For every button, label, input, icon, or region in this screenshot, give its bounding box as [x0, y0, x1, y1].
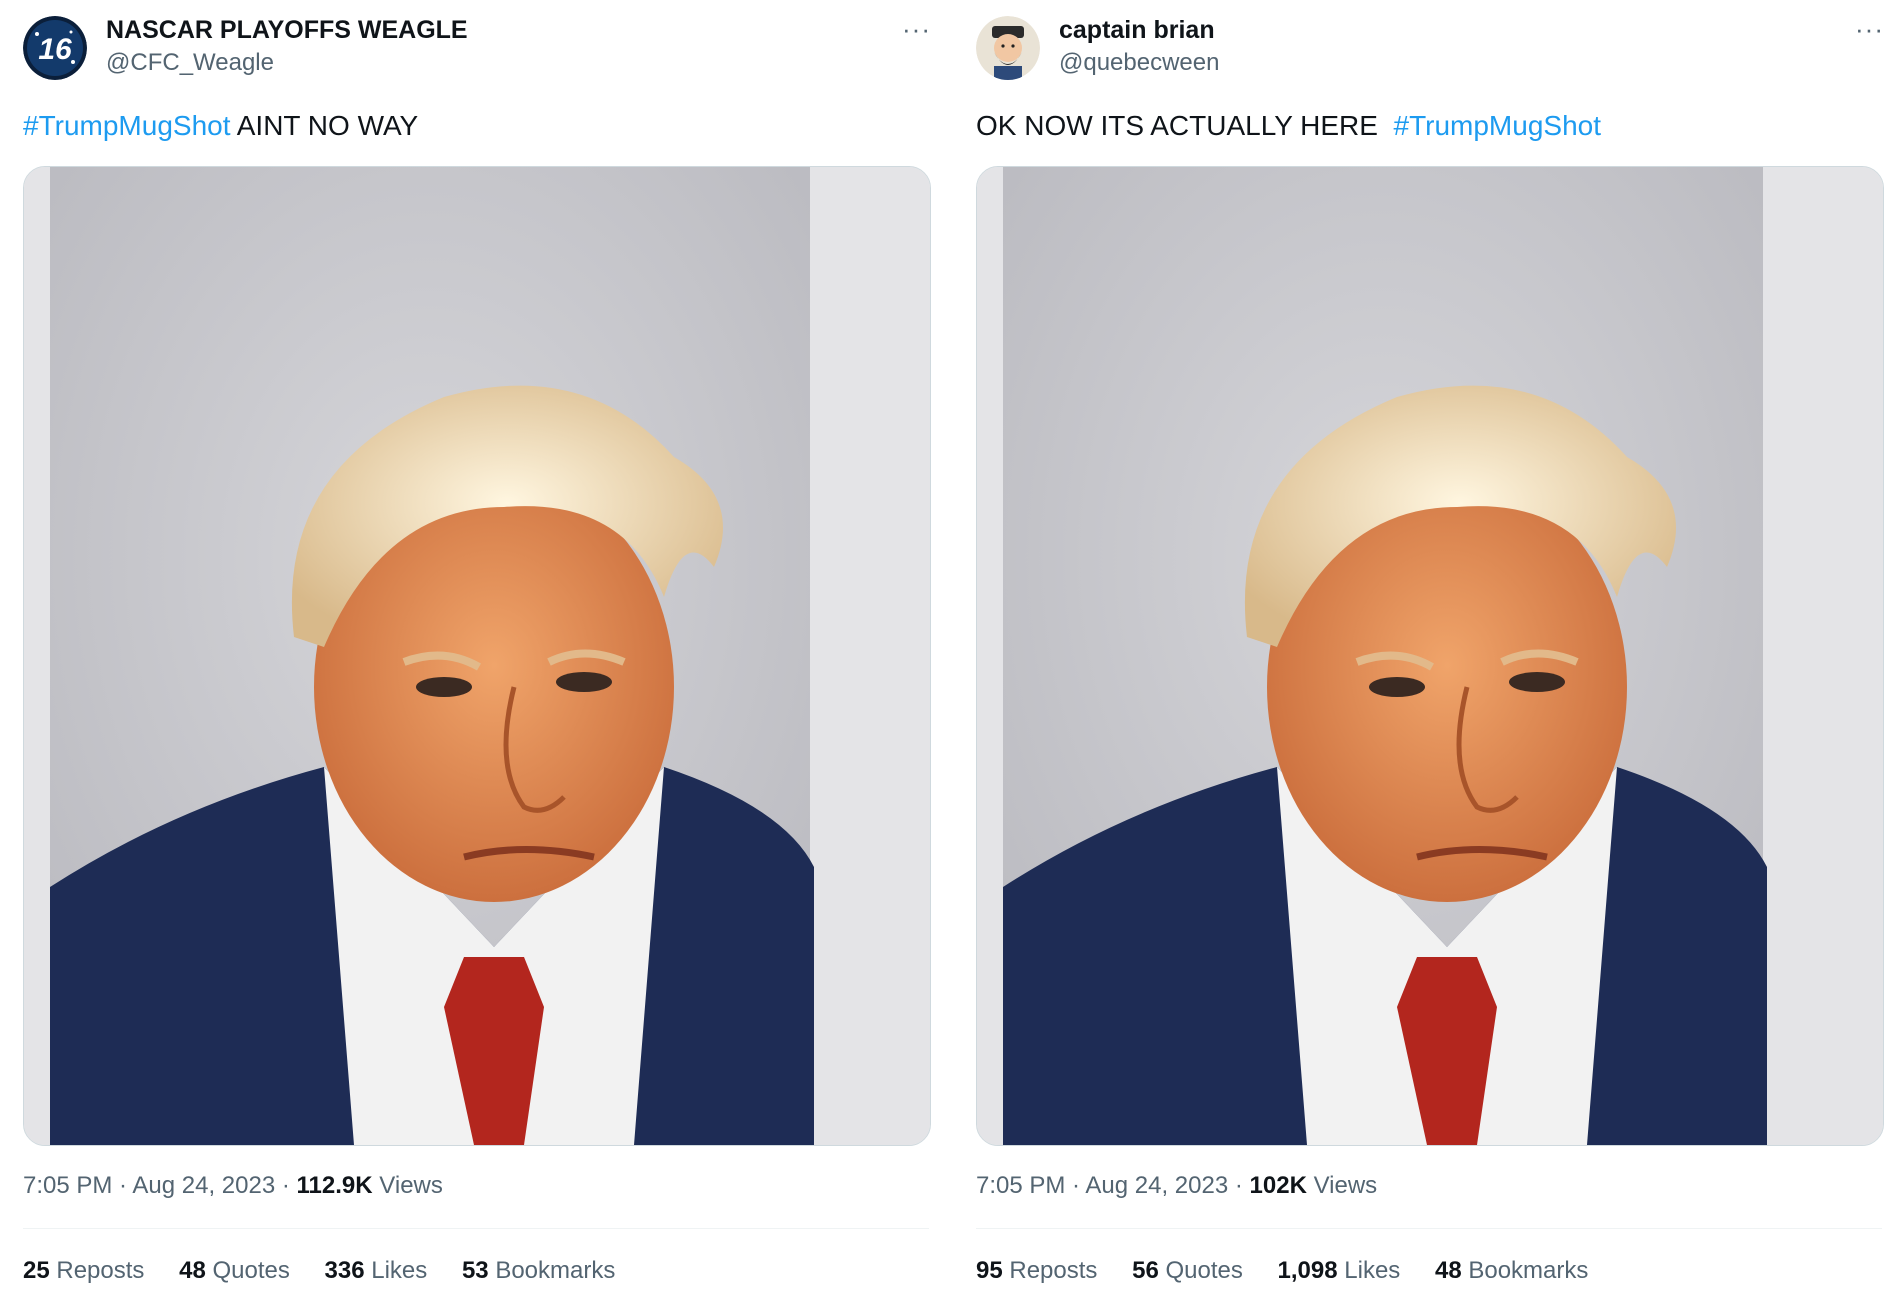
tweet-card: captain brian @quebecween ··· OK NOW ITS…: [976, 0, 1884, 1305]
likes-stat[interactable]: 1,098 Likes: [1278, 1257, 1401, 1284]
views-count: 112.9K: [296, 1172, 373, 1199]
likes-stat[interactable]: 336 Likes: [325, 1257, 428, 1284]
nascar-16-icon: 16: [23, 16, 87, 80]
tweet-body: OK NOW ITS ACTUALLY HERE: [976, 110, 1394, 141]
more-options-icon[interactable]: ···: [1855, 14, 1884, 45]
tweet-time[interactable]: 7:05 PM: [976, 1172, 1065, 1199]
tweet-meta: 7:05 PM · Aug 24, 2023 · 112.9K Views: [23, 1172, 443, 1199]
bookmarks-stat[interactable]: 53 Bookmarks: [462, 1257, 615, 1284]
hashtag-link[interactable]: #TrumpMugShot: [1394, 110, 1602, 141]
tweet-text: #TrumpMugShot AINT NO WAY: [23, 110, 418, 142]
tweet-date[interactable]: Aug 24, 2023: [132, 1172, 275, 1199]
divider: [23, 1228, 929, 1229]
captain-cartoon-icon: [976, 16, 1040, 80]
views-label: Views: [379, 1172, 443, 1199]
quotes-stat[interactable]: 56 Quotes: [1132, 1257, 1243, 1284]
tweet-body: AINT NO WAY: [230, 110, 419, 141]
mugshot-photo: [24, 167, 930, 1145]
avatar[interactable]: 16: [23, 16, 87, 80]
quotes-stat[interactable]: 48 Quotes: [179, 1257, 290, 1284]
more-options-icon[interactable]: ···: [902, 14, 931, 45]
display-name[interactable]: captain brian: [1059, 16, 1215, 45]
tweet-time[interactable]: 7:05 PM: [23, 1172, 112, 1199]
avatar[interactable]: [976, 16, 1040, 80]
engagement-stats: 25 Reposts 48 Quotes 336 Likes 53 Bookma…: [23, 1257, 643, 1285]
engagement-stats: 95 Reposts 56 Quotes 1,098 Likes 48 Book…: [976, 1257, 1616, 1285]
tweet-meta: 7:05 PM · Aug 24, 2023 · 102K Views: [976, 1172, 1378, 1199]
reposts-stat[interactable]: 95 Reposts: [976, 1257, 1097, 1284]
tweet-date[interactable]: Aug 24, 2023: [1085, 1172, 1228, 1199]
user-handle[interactable]: @quebecween: [1059, 49, 1219, 77]
tweet-photo[interactable]: [976, 166, 1884, 1146]
divider: [976, 1228, 1882, 1229]
views-count: 102K: [1249, 1172, 1307, 1199]
user-handle[interactable]: @CFC_Weagle: [106, 49, 274, 77]
reposts-stat[interactable]: 25 Reposts: [23, 1257, 144, 1284]
display-name[interactable]: NASCAR PLAYOFFS WEAGLE: [106, 16, 468, 45]
tweet-text: OK NOW ITS ACTUALLY HERE #TrumpMugShot: [976, 110, 1601, 142]
tweet-card: 16 NASCAR PLAYOFFS WEAGLE @CFC_Weagle ··…: [23, 0, 931, 1305]
hashtag-link[interactable]: #TrumpMugShot: [23, 110, 231, 141]
bookmarks-stat[interactable]: 48 Bookmarks: [1435, 1257, 1588, 1284]
svg-text:16: 16: [38, 33, 72, 66]
mugshot-photo: [977, 167, 1883, 1145]
views-label: Views: [1313, 1172, 1378, 1199]
tweet-photo[interactable]: [23, 166, 931, 1146]
